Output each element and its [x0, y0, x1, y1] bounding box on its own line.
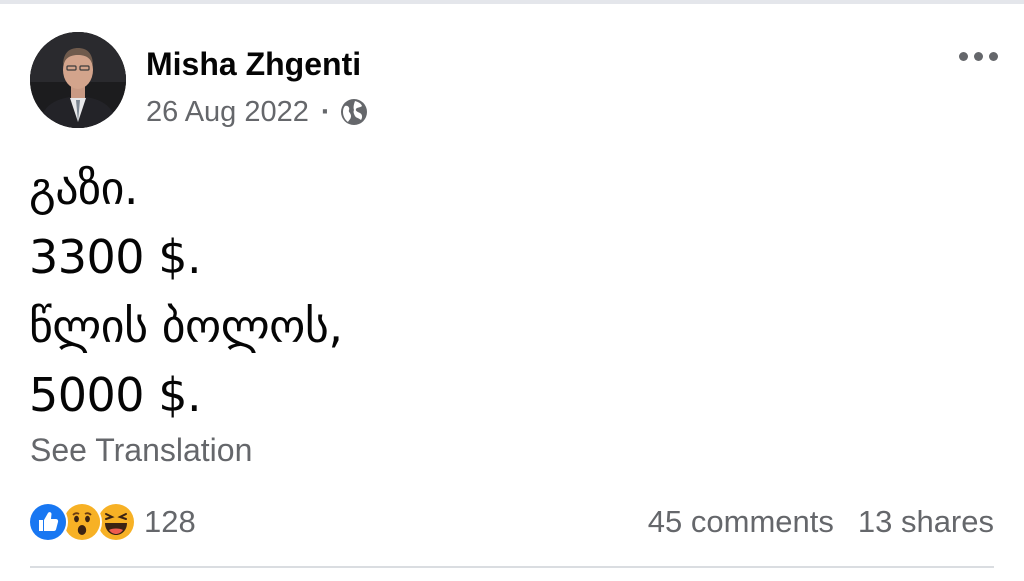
- comments-count-link[interactable]: 45 comments: [648, 504, 834, 540]
- more-horizontal-icon: [958, 51, 968, 61]
- post-body: გაზი. 3300 $. წლის ბოლოს, 5000 $.: [29, 154, 343, 430]
- shares-count-link[interactable]: 13 shares: [858, 504, 994, 540]
- post-text-line: 5000 $.: [29, 368, 202, 422]
- see-translation-link[interactable]: See Translation: [30, 430, 252, 470]
- haha-icon: [96, 502, 136, 542]
- post-date[interactable]: 26 Aug 2022: [146, 96, 309, 129]
- author-name[interactable]: Misha Zhgenti: [146, 44, 361, 84]
- post-text-line: გაზი.: [29, 161, 139, 215]
- wow-icon: [62, 502, 102, 542]
- more-options-button[interactable]: [950, 42, 1006, 70]
- globe-icon[interactable]: [339, 97, 369, 127]
- engagement-stats: 45 comments 13 shares: [648, 502, 994, 542]
- author-avatar[interactable]: [30, 32, 126, 128]
- post-text-line: წლის ბოლოს,: [29, 299, 343, 353]
- footer-divider: [30, 566, 994, 568]
- meta-separator: ·: [320, 95, 331, 128]
- more-horizontal-icon: [973, 51, 983, 61]
- reaction-count: 128: [144, 504, 196, 539]
- like-icon: [28, 502, 68, 542]
- top-divider: [0, 0, 1024, 4]
- reactions-summary[interactable]: 128: [28, 502, 196, 542]
- post-text-line: 3300 $.: [29, 230, 202, 284]
- post-meta: 26 Aug 2022 ·: [146, 93, 369, 131]
- more-horizontal-icon: [988, 51, 998, 61]
- avatar-photo: [30, 32, 126, 128]
